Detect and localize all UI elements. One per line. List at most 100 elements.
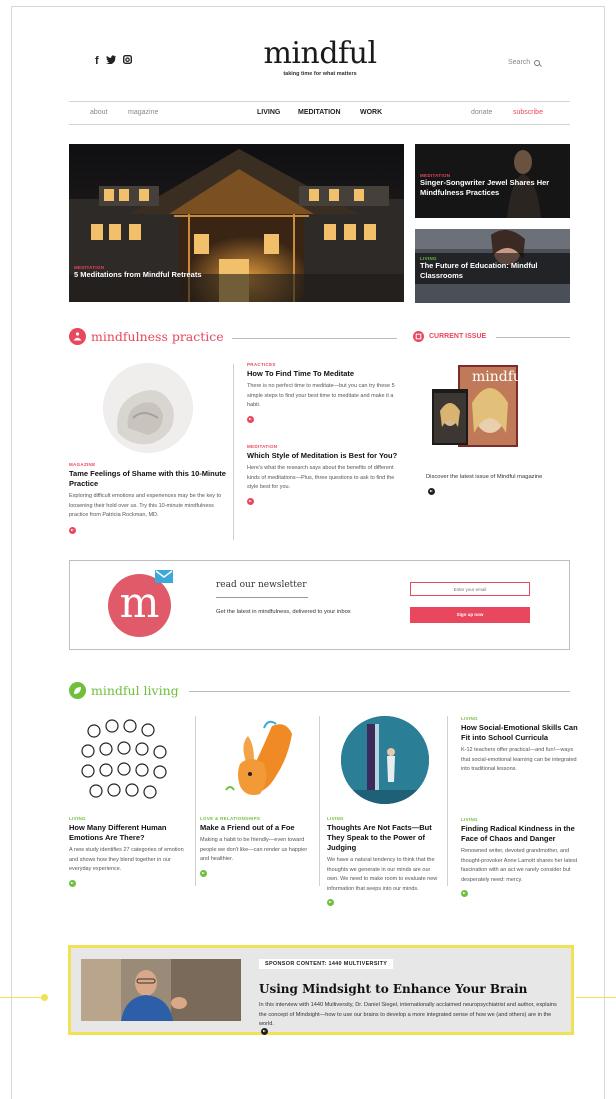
practice-icon bbox=[69, 328, 86, 345]
living-divider-1 bbox=[195, 716, 196, 886]
search-label: Search bbox=[508, 59, 531, 66]
living-side-2-body: Renowned writer, devoted grandmother, an… bbox=[461, 848, 578, 883]
thoughts-image[interactable] bbox=[341, 716, 429, 804]
practice-article-2-category: MEDITATION bbox=[247, 444, 278, 449]
nav-subscribe[interactable]: subscribe bbox=[513, 109, 543, 116]
sponsor-label: SPONSOR CONTENT: 1440 MULTIVERSITY bbox=[259, 959, 394, 969]
practice-article-1: PRACTICES How To Find Time To Meditate T… bbox=[247, 362, 407, 429]
sponsor-image bbox=[81, 959, 241, 1021]
nav-donate[interactable]: donate bbox=[471, 109, 492, 116]
practice-feature-image[interactable] bbox=[103, 363, 193, 453]
mirror-illustration bbox=[341, 716, 429, 804]
main-nav: about magazine LIVING MEDITATION WORK do… bbox=[69, 101, 570, 125]
living-side-2-title[interactable]: Finding Radical Kindness in the Face of … bbox=[461, 824, 579, 844]
practice-divider bbox=[233, 364, 234, 540]
search-button[interactable]: Search bbox=[508, 59, 541, 66]
newsletter-heading: read our newsletter bbox=[216, 580, 307, 590]
nav-work[interactable]: WORK bbox=[360, 109, 382, 116]
living-side-1-title[interactable]: How Social-Emotional Skills Can Fit into… bbox=[461, 723, 579, 743]
practice-heading: mindfulness practice bbox=[91, 329, 224, 344]
twitter-icon[interactable] bbox=[105, 55, 116, 67]
hands-image bbox=[103, 363, 193, 453]
practice-article-1-title[interactable]: How To Find Time To Meditate bbox=[247, 369, 407, 379]
living-rule bbox=[189, 691, 570, 692]
nav-meditation[interactable]: MEDITATION bbox=[298, 109, 341, 116]
living-card-3-more-icon[interactable] bbox=[327, 899, 334, 907]
side-tile-education[interactable]: LIVING The Future of Education: Mindful … bbox=[415, 229, 570, 303]
sponsor-more-icon[interactable] bbox=[261, 1028, 268, 1036]
practice-feature-category: MAGAZINE bbox=[69, 462, 96, 467]
current-issue-text[interactable]: Discover the latest issue of Mindful mag… bbox=[426, 474, 576, 480]
sponsor-body: In this interview with 1440 Multiversity… bbox=[259, 1002, 557, 1027]
living-side-1-body: K-12 teachers offer practical—and fun!—w… bbox=[461, 747, 577, 772]
nav-living[interactable]: LIVING bbox=[257, 109, 280, 116]
living-icon bbox=[69, 682, 86, 699]
practice-article-1-category: PRACTICES bbox=[247, 362, 276, 367]
nav-magazine[interactable]: magazine bbox=[128, 109, 158, 116]
living-card-1-category: LIVING bbox=[69, 816, 86, 821]
magazine-covers[interactable]: mindful bbox=[430, 363, 530, 455]
living-side-1-category: LIVING bbox=[461, 716, 478, 721]
mail-icon bbox=[155, 570, 173, 583]
instagram-icon[interactable] bbox=[122, 54, 132, 67]
newsletter-signup-button[interactable]: Sign up now bbox=[410, 607, 530, 623]
emotions-image[interactable] bbox=[74, 716, 186, 804]
hero-feature[interactable]: MEDITATION 5 Meditations from Mindful Re… bbox=[69, 144, 404, 302]
newsletter-rule bbox=[216, 597, 308, 598]
sponsor-connector-right bbox=[576, 997, 616, 998]
living-card-2-category: LOVE & RELATIONSHIPS bbox=[200, 816, 261, 821]
living-divider-3 bbox=[447, 716, 448, 886]
living-heading: mindful living bbox=[91, 683, 179, 698]
living-card-1: LIVING How Many Different Human Emotions… bbox=[69, 816, 184, 893]
nav-about[interactable]: about bbox=[90, 109, 108, 116]
living-header: mindful living bbox=[69, 682, 179, 699]
living-side-1: LIVING How Social-Emotional Skills Can F… bbox=[461, 716, 579, 775]
practice-header: mindfulness practice bbox=[69, 328, 224, 345]
search-icon bbox=[534, 59, 541, 66]
current-issue-header: CURRENT ISSUE bbox=[413, 331, 486, 342]
living-side-2: LIVING Finding Radical Kindness in the F… bbox=[461, 817, 579, 903]
newsletter-text: Get the latest in mindfulness, delivered… bbox=[216, 609, 351, 615]
facebook-icon[interactable]: f bbox=[95, 55, 99, 67]
site-logo[interactable]: mindful bbox=[240, 36, 400, 71]
practice-article-2-title[interactable]: Which Style of Meditation is Best for Yo… bbox=[247, 451, 407, 461]
living-card-1-more-icon[interactable] bbox=[69, 879, 76, 887]
hero-caption: MEDITATION 5 Meditations from Mindful Re… bbox=[69, 262, 207, 283]
living-card-3: LIVING Thoughts Are Not Facts—But They S… bbox=[327, 816, 442, 912]
living-card-3-body: We have a natural tendency to think that… bbox=[327, 857, 438, 892]
living-card-3-category: LIVING bbox=[327, 816, 344, 821]
living-card-3-title[interactable]: Thoughts Are Not Facts—But They Speak to… bbox=[327, 823, 442, 853]
living-card-2-title[interactable]: Make a Friend out of a Foe bbox=[200, 823, 315, 833]
current-issue-rule bbox=[496, 337, 570, 338]
newsletter-email-input[interactable] bbox=[410, 582, 530, 596]
living-side-2-more-icon[interactable] bbox=[461, 890, 468, 898]
side-tile-jewel[interactable]: MEDITATION Singer-Songwriter Jewel Share… bbox=[415, 144, 570, 218]
social-links: f bbox=[95, 54, 132, 67]
living-side-2-category: LIVING bbox=[461, 817, 478, 822]
practice-feature-body: Exploring difficult emotions and experie… bbox=[69, 493, 222, 518]
newsletter-box: m read our newsletter Get the latest in … bbox=[69, 560, 570, 650]
hero-title[interactable]: 5 Meditations from Mindful Retreats bbox=[74, 270, 202, 280]
magazine-cover-title: mindful bbox=[472, 369, 527, 385]
sponsor-connector-dot bbox=[41, 994, 48, 1001]
living-divider-2 bbox=[319, 716, 320, 886]
living-card-2-body: Making a habit to be friendly—even towar… bbox=[200, 837, 308, 862]
practice-feature-more-icon[interactable] bbox=[69, 526, 76, 534]
practice-article-2-more-icon[interactable] bbox=[247, 497, 254, 505]
sponsor-title[interactable]: Using Mindsight to Enhance Your Brain bbox=[259, 982, 527, 996]
practice-feature: MAGAZINE Tame Feelings of Shame with thi… bbox=[69, 462, 229, 539]
living-card-2-more-icon[interactable] bbox=[200, 869, 207, 877]
newsletter-logo: m bbox=[108, 574, 171, 637]
education-title[interactable]: The Future of Education: Mindful Classro… bbox=[420, 261, 545, 281]
practice-article-2: MEDITATION Which Style of Meditation is … bbox=[247, 444, 407, 511]
speaker-photo bbox=[81, 959, 241, 1021]
friend-foe-image[interactable] bbox=[210, 714, 302, 806]
practice-article-1-more-icon[interactable] bbox=[247, 415, 254, 423]
practice-feature-title[interactable]: Tame Feelings of Shame with this 10-Minu… bbox=[69, 469, 229, 489]
practice-rule bbox=[232, 338, 397, 339]
current-issue-heading: CURRENT ISSUE bbox=[429, 333, 487, 340]
jewel-title[interactable]: Singer-Songwriter Jewel Shares Her Mindf… bbox=[420, 178, 565, 198]
magazine-icon bbox=[413, 331, 424, 342]
sponsor-block[interactable]: SPONSOR CONTENT: 1440 MULTIVERSITY Using… bbox=[68, 945, 574, 1036]
living-card-1-title[interactable]: How Many Different Human Emotions Are Th… bbox=[69, 823, 184, 843]
